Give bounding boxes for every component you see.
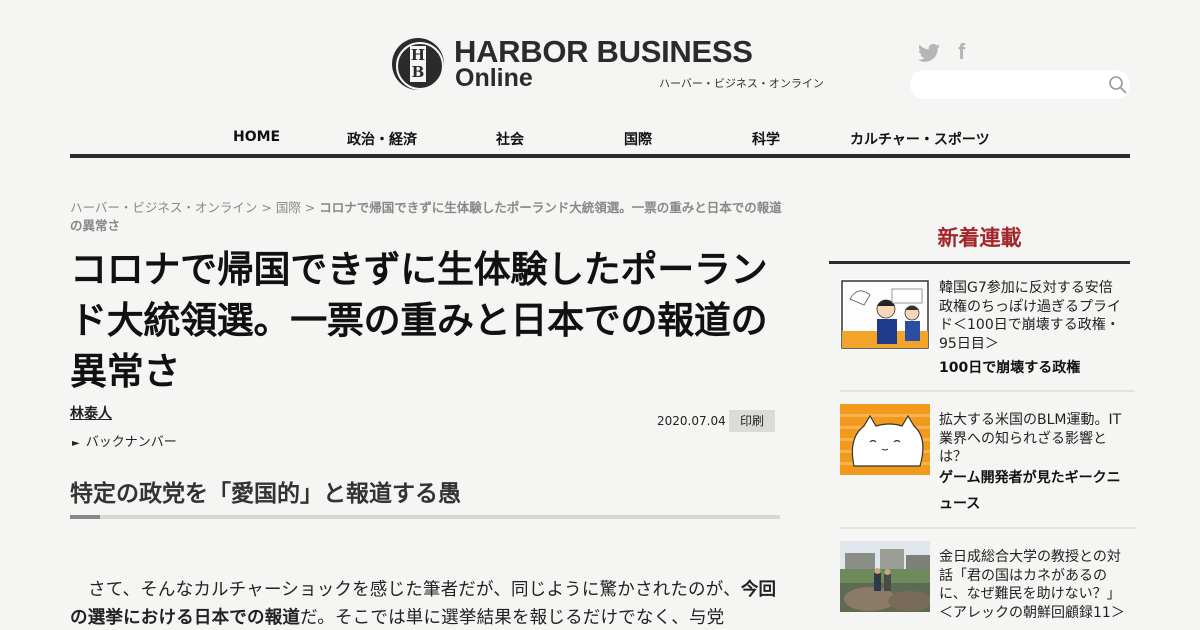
body-text-part1: さて、そんなカルチャーショックを感じた筆者だが、同じように驚かされたのが、 <box>88 580 741 600</box>
sidebar-article-2[interactable]: 拡大する米国のBLM運動。IT業界への知られざる影響とは？ ゲーム開発者が見たギ… <box>840 404 1135 519</box>
breadcrumb: ハーバー・ビジネス・オンライン > 国際 > コロナで帰国できずに生体験したポー… <box>70 199 782 235</box>
logo-online[interactable]: Online <box>455 64 533 93</box>
sidebar-article-headline[interactable]: 拡大する米国のBLM運動。IT業界への知られざる影響とは？ <box>939 411 1125 467</box>
sidebar-article-3[interactable]: 金日成総合大学の教授との対話「君の国はカネがあるのに、なぜ難民を助けない？」＜ア… <box>840 541 1135 630</box>
sidebar-series-name[interactable]: 100日で崩壊する政権 <box>939 355 1129 381</box>
nav-item-international[interactable]: 国際 <box>624 129 652 149</box>
sidebar-title: 新着連載 <box>937 226 1022 250</box>
facebook-icon[interactable]: f <box>958 41 972 63</box>
sidebar-thumbnail-photo[interactable] <box>840 541 930 612</box>
sidebar-article-headline[interactable]: 韓国G7参加に反対する安倍政権のちっぽけ過ぎるプライド＜100日で崩壊する政権・… <box>939 279 1125 353</box>
backnumber-link[interactable]: ► バックナンバー <box>72 431 177 450</box>
nav-item-home[interactable]: HOME <box>233 129 280 145</box>
nav-item-culture-sports[interactable]: カルチャー・スポーツ <box>850 129 990 149</box>
search-icon[interactable] <box>1108 75 1128 95</box>
author-link[interactable]: 林泰人 <box>70 403 112 423</box>
logo-letters: HB <box>410 46 426 81</box>
article-subheading: 特定の政党を「愛国的」と報道する愚 <box>70 481 461 507</box>
sidebar-article-headline[interactable]: 金日成総合大学の教授との対話「君の国はカネがあるのに、なぜ難民を助けない？」＜ア… <box>939 548 1125 622</box>
breadcrumb-home-link[interactable]: ハーバー・ビジネス・オンライン <box>70 200 257 215</box>
article-body: さて、そんなカルチャーショックを感じた筆者だが、同じように驚かされたのが、今回の… <box>70 576 782 630</box>
subheading-underline <box>70 515 780 519</box>
publish-date: 2020.07.04 <box>657 414 726 428</box>
article-title: コロナで帰国できずに生体験したポーランド大統領選。一票の重みと日本での報道の異常… <box>70 248 768 393</box>
print-button[interactable]: 印刷 <box>729 410 775 432</box>
sidebar-article-1[interactable]: 韓国G7参加に反対する安倍政権のちっぽけ過ぎるプライド＜100日で崩壊する政権・… <box>840 279 1135 379</box>
breadcrumb-category-link[interactable]: 国際 <box>276 200 301 215</box>
body-text-part2: だ。そこでは単に選挙結果を報じるだけでなく、与党 <box>300 608 725 628</box>
search-input[interactable] <box>910 70 1130 99</box>
sidebar-series-name[interactable]: ゲーム開発者が見たギークニュース <box>939 465 1129 517</box>
breadcrumb-separator: > <box>300 200 320 215</box>
sidebar-thumbnail-comic[interactable] <box>840 279 930 350</box>
logo-kana: ハーバー・ビジネス・オンライン <box>659 77 824 90</box>
backnumber-label: バックナンバー <box>85 435 177 450</box>
sidebar-item-divider <box>840 527 1135 529</box>
sidebar-divider <box>829 261 1130 264</box>
main-nav: HOME 政治・経済 社会 国際 科学 カルチャー・スポーツ <box>70 125 1130 158</box>
twitter-icon[interactable] <box>918 43 940 63</box>
nav-item-science[interactable]: 科学 <box>752 129 780 149</box>
sidebar-item-divider <box>840 390 1135 392</box>
nav-item-politics-economy[interactable]: 政治・経済 <box>347 129 417 149</box>
sidebar-thumbnail-cat[interactable] <box>840 404 930 475</box>
triangle-right-icon: ► <box>72 438 80 449</box>
nav-item-society[interactable]: 社会 <box>496 129 524 149</box>
breadcrumb-separator: > <box>257 200 276 215</box>
